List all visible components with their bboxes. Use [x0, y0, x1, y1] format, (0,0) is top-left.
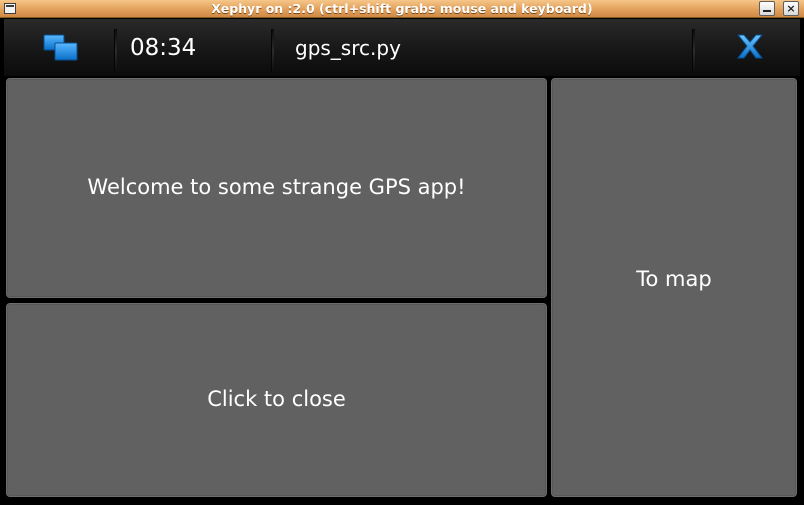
host-titlebar[interactable]: Xephyr on :2.0 (ctrl+shift grabs mouse a…	[0, 0, 804, 18]
to-map-button-label: To map	[636, 266, 712, 291]
host-close-button[interactable]: ×	[783, 1, 799, 16]
window-border	[800, 18, 804, 505]
xephyr-window: Xephyr on :2.0 (ctrl+shift grabs mouse a…	[0, 0, 804, 505]
separator	[271, 29, 274, 73]
close-button[interactable]: Click to close	[6, 303, 547, 497]
app-title[interactable]: gps_src.py	[295, 31, 401, 65]
window-border	[0, 501, 804, 505]
to-map-button[interactable]: To map	[551, 78, 797, 497]
host-window-title: Xephyr on :2.0 (ctrl+shift grabs mouse a…	[211, 1, 593, 16]
clock[interactable]: 08:34	[130, 31, 196, 65]
close-button-label: Click to close	[207, 387, 346, 411]
separator	[692, 29, 695, 73]
task-switcher-icon[interactable]	[43, 32, 79, 62]
welcome-panel: Welcome to some strange GPS app!	[6, 78, 547, 298]
task-switcher-graphic	[43, 34, 78, 61]
main-content: Welcome to some strange GPS app! Click t…	[4, 76, 800, 501]
welcome-text: Welcome to some strange GPS app!	[87, 175, 466, 199]
status-bar: 08:34 gps_src.py	[4, 19, 800, 76]
separator	[114, 29, 117, 73]
host-close-icon: ×	[786, 2, 796, 15]
close-icon[interactable]	[732, 31, 768, 63]
minimize-button[interactable]	[759, 1, 775, 16]
close-graphic	[736, 34, 764, 59]
